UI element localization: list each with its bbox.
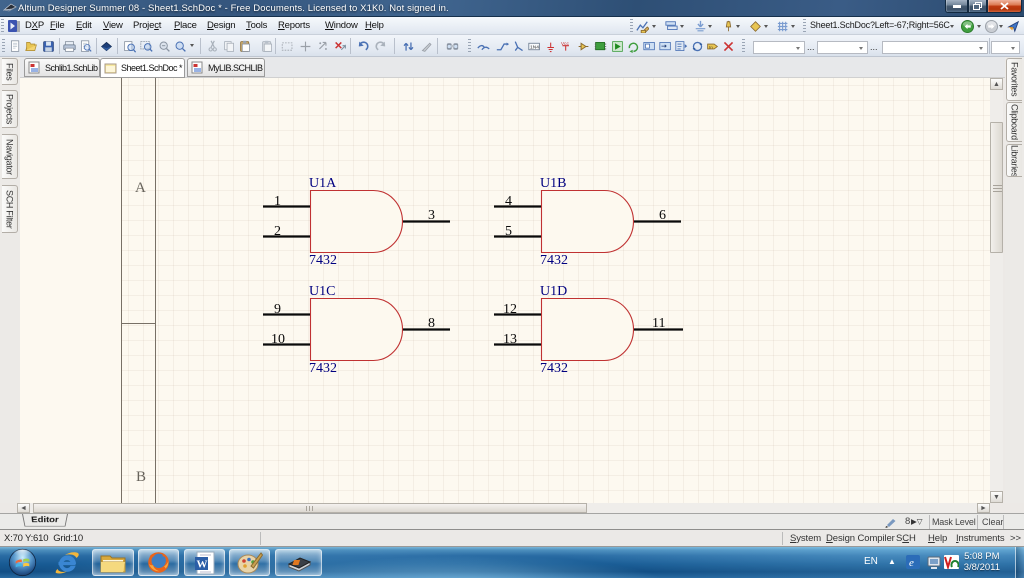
svg-text:U1C: U1C xyxy=(309,284,335,299)
svg-text:7432: 7432 xyxy=(540,361,568,376)
svg-text:5: 5 xyxy=(505,224,512,239)
svg-text:4: 4 xyxy=(505,194,512,209)
svg-text:W: W xyxy=(196,558,207,570)
svg-text:8: 8 xyxy=(428,316,435,331)
svg-text:e: e xyxy=(909,557,914,569)
svg-text:U1B: U1B xyxy=(540,176,566,191)
svg-text:2: 2 xyxy=(274,224,281,239)
svg-text:7432: 7432 xyxy=(309,253,337,268)
svg-text:7432: 7432 xyxy=(540,253,568,268)
svg-text:10: 10 xyxy=(271,332,285,347)
svg-text:11: 11 xyxy=(652,316,665,331)
svg-text:7432: 7432 xyxy=(309,361,337,376)
svg-text:13: 13 xyxy=(503,332,517,347)
svg-text:6: 6 xyxy=(659,208,666,223)
svg-text:12: 12 xyxy=(503,302,517,317)
svg-text:U1D: U1D xyxy=(540,284,567,299)
svg-text:3: 3 xyxy=(428,208,435,223)
svg-text:9: 9 xyxy=(274,302,281,317)
svg-text:U1A: U1A xyxy=(309,176,337,191)
svg-text:1: 1 xyxy=(274,194,281,209)
